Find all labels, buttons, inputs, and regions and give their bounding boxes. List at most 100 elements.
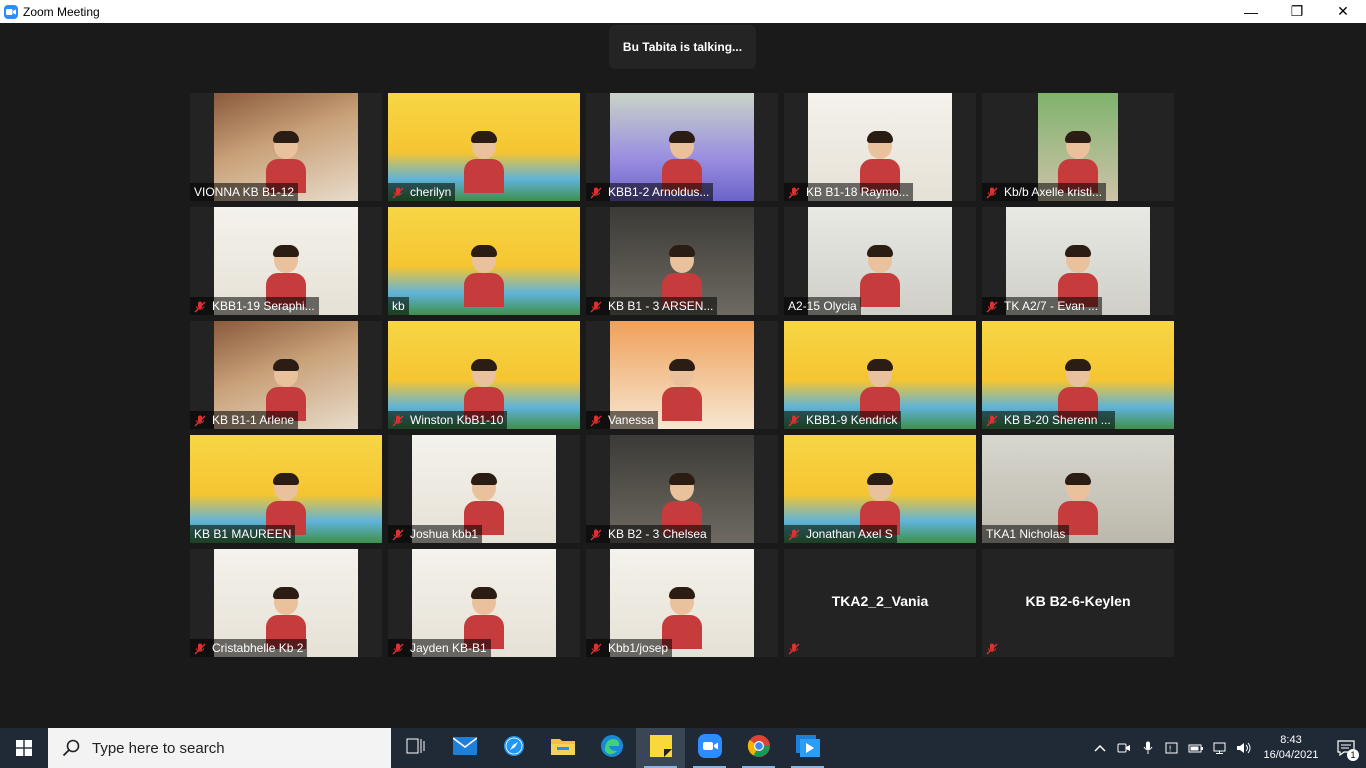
participant-tile[interactable]: Joshua kbb1	[388, 435, 580, 543]
participant-name: Kb/b Axelle kristi...	[1004, 185, 1103, 199]
participant-tile[interactable]: TKA1 Nicholas	[982, 435, 1174, 543]
participant-name: Kbb1/josep	[608, 641, 669, 655]
participant-tile[interactable]: cherilyn	[388, 93, 580, 201]
close-button[interactable]: ✕	[1320, 0, 1366, 23]
participant-tile[interactable]: Kb/b Axelle kristi...	[982, 93, 1174, 201]
participant-name-label: cherilyn	[388, 183, 456, 201]
taskbar-app-zoom[interactable]	[685, 728, 734, 768]
participant-name-label: TKA1 Nicholas	[982, 525, 1070, 543]
participant-tile[interactable]: Winston KbB1-10	[388, 321, 580, 429]
participant-figure	[660, 359, 704, 421]
participant-name: KB B2-6-Keylen	[1025, 593, 1131, 609]
participant-name-label: Winston KbB1-10	[388, 411, 508, 429]
taskbar-clock[interactable]: 8:43 16/04/2021	[1256, 733, 1326, 763]
participant-tile[interactable]: TK A2/7 - Evan ...	[982, 207, 1174, 315]
participant-name-label: Jayden KB-B1	[388, 639, 491, 657]
microphone-icon[interactable]	[1136, 728, 1160, 768]
muted-mic-icon	[788, 528, 800, 541]
participant-name-label: KB B1-1 Arlene	[190, 411, 299, 429]
participant-tile[interactable]: Jonathan Axel S	[784, 435, 976, 543]
participant-name-label: TK A2/7 - Evan ...	[982, 297, 1103, 315]
network-icon[interactable]	[1208, 728, 1232, 768]
participant-name-label: KB B2 - 3 Chelsea	[586, 525, 711, 543]
mail-icon	[452, 736, 477, 760]
participant-name: Joshua kbb1	[410, 527, 479, 541]
participant-tile[interactable]: KB B-20 Sherenn ...	[982, 321, 1174, 429]
system-tray: ! 8:43 16/04/2021 1	[1088, 728, 1366, 768]
notification-count-badge: 1	[1347, 749, 1359, 761]
security-shield-icon[interactable]: !	[1160, 728, 1184, 768]
participant-tile[interactable]: KB B2 - 3 Chelsea	[586, 435, 778, 543]
participant-name: TKA1 Nicholas	[986, 527, 1066, 541]
participant-tile[interactable]: Cristabhelle Kb 2	[190, 549, 382, 657]
participant-tile[interactable]: KB B1-1 Arlene	[190, 321, 382, 429]
battery-icon[interactable]	[1184, 728, 1208, 768]
muted-mic-icon	[590, 642, 602, 655]
window-titlebar: Zoom Meeting — ❐ ✕	[0, 0, 1366, 23]
chrome-icon	[747, 734, 771, 763]
clock-time: 8:43	[1280, 734, 1302, 746]
participant-name: KB B2 - 3 Chelsea	[608, 527, 707, 541]
minimize-button[interactable]: —	[1228, 0, 1274, 23]
taskbar-app-edge[interactable]	[587, 728, 636, 768]
participant-name: KB B-20 Sherenn ...	[1004, 413, 1111, 427]
taskbar-app-file-explorer[interactable]	[538, 728, 587, 768]
participant-tile[interactable]: KBB1-19 Seraphi...	[190, 207, 382, 315]
participant-name: Jonathan Axel S	[806, 527, 893, 541]
start-button[interactable]	[0, 728, 48, 768]
participant-name: TK A2/7 - Evan ...	[1004, 299, 1099, 313]
action-center-button[interactable]: 1	[1326, 728, 1366, 768]
participant-name: Winston KbB1-10	[410, 413, 504, 427]
taskbar-app-chrome[interactable]	[734, 728, 783, 768]
volume-icon[interactable]	[1232, 728, 1256, 768]
participant-name: KBB1-19 Seraphi...	[212, 299, 315, 313]
taskbar-app-sticky-notes[interactable]	[636, 728, 685, 768]
participant-name: A2-15 Olycia	[788, 299, 857, 313]
participant-tile[interactable]: Vanessa	[586, 321, 778, 429]
participant-tile[interactable]: kb	[388, 207, 580, 315]
camera-icon[interactable]	[1112, 728, 1136, 768]
taskbar-app-mail[interactable]	[440, 728, 489, 768]
zoom-app-icon	[4, 4, 18, 19]
participant-tile[interactable]: KBB1-2 Arnoldus...	[586, 93, 778, 201]
participant-name: KB B1 - 3 ARSEN...	[608, 299, 714, 313]
taskbar-pinned-apps	[391, 728, 832, 768]
participant-tile[interactable]: Kbb1/josep	[586, 549, 778, 657]
participant-video	[388, 207, 580, 315]
participant-figure	[858, 245, 902, 307]
participant-tile[interactable]: TKA2_2_Vania	[784, 549, 976, 657]
taskbar-search-box[interactable]: Type here to search	[48, 728, 391, 768]
participant-name-label: KBB1-9 Kendrick	[784, 411, 902, 429]
participant-tile[interactable]: KB B2-6-Keylen	[982, 549, 1174, 657]
participant-name-label: KB B-20 Sherenn ...	[982, 411, 1115, 429]
zoom-icon	[697, 733, 722, 763]
participant-name: KB B1-18 Raymo...	[806, 185, 909, 199]
muted-mic-icon	[392, 414, 404, 427]
muted-mic-icon	[392, 528, 404, 541]
participant-tile[interactable]: Jayden KB-B1	[388, 549, 580, 657]
sticky-notes-icon	[649, 734, 672, 762]
participant-tile[interactable]: KBB1-9 Kendrick	[784, 321, 976, 429]
participant-name: VIONNA KB B1-12	[194, 185, 295, 199]
participant-name-label: Kb/b Axelle kristi...	[982, 183, 1107, 201]
participant-tile[interactable]: KB B1 - 3 ARSEN...	[586, 207, 778, 315]
participant-name: Cristabhelle Kb 2	[212, 641, 304, 655]
taskbar-app-task-view[interactable]	[391, 728, 440, 768]
participant-tile[interactable]: A2-15 Olycia	[784, 207, 976, 315]
taskbar-app-safari-compass[interactable]	[489, 728, 538, 768]
muted-mic-icon	[590, 300, 602, 313]
muted-mic-icon	[590, 414, 602, 427]
taskbar-app-media-player[interactable]	[783, 728, 832, 768]
participant-name-label: Joshua kbb1	[388, 525, 483, 543]
muted-mic-icon	[392, 186, 404, 199]
restore-button[interactable]: ❐	[1274, 0, 1320, 23]
show-hidden-icons-icon[interactable]	[1088, 728, 1112, 768]
participant-name: KB B1-1 Arlene	[212, 413, 295, 427]
participant-tile[interactable]: KB B1 MAUREEN	[190, 435, 382, 543]
muted-mic-icon	[986, 186, 998, 199]
meeting-gallery-view: Bu Tabita is talking... VIONNA KB B1-12 c…	[0, 23, 1366, 728]
participant-tile[interactable]: VIONNA KB B1-12	[190, 93, 382, 201]
muted-mic-icon	[986, 300, 998, 313]
participant-tile[interactable]: KB B1-18 Raymo...	[784, 93, 976, 201]
participant-name-label: VIONNA KB B1-12	[190, 183, 299, 201]
